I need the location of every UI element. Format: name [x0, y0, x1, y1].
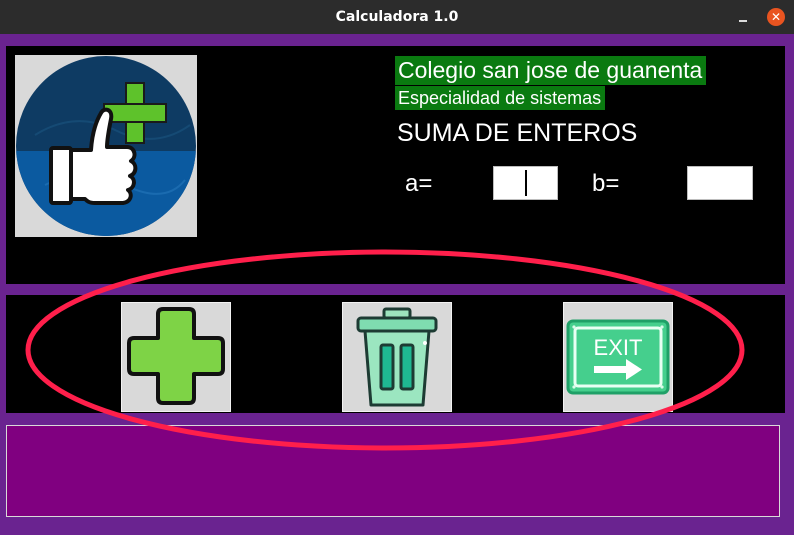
toolbar-panel: EXIT — [6, 295, 785, 413]
plus-icon — [127, 307, 225, 405]
specialty-label: Especialidad de sistemas — [395, 86, 606, 110]
window-title: Calculadora 1.0 — [335, 9, 459, 25]
page-title: SUMA DE ENTEROS — [397, 119, 638, 147]
school-name-label: Colegio san jose de guanenta — [395, 56, 707, 85]
clear-button[interactable] — [342, 302, 452, 412]
exit-button[interactable]: EXIT — [563, 302, 673, 412]
trash-icon — [356, 307, 438, 407]
b-label: b= — [592, 170, 620, 197]
close-button[interactable]: ✕ — [767, 8, 785, 26]
exit-sign-icon: EXIT — [566, 319, 670, 395]
a-label: a= — [405, 170, 433, 197]
header-panel: Colegio san jose de guanenta Especialida… — [6, 46, 785, 284]
text-cursor — [525, 170, 527, 196]
add-button[interactable] — [121, 302, 231, 412]
minimize-button[interactable] — [734, 8, 752, 26]
output-area — [6, 425, 780, 517]
b-input[interactable] — [687, 166, 753, 200]
window-titlebar: Calculadora 1.0 ✕ — [0, 0, 794, 34]
exit-text: EXIT — [594, 335, 643, 360]
logo-thumbs-up-icon — [15, 55, 197, 237]
